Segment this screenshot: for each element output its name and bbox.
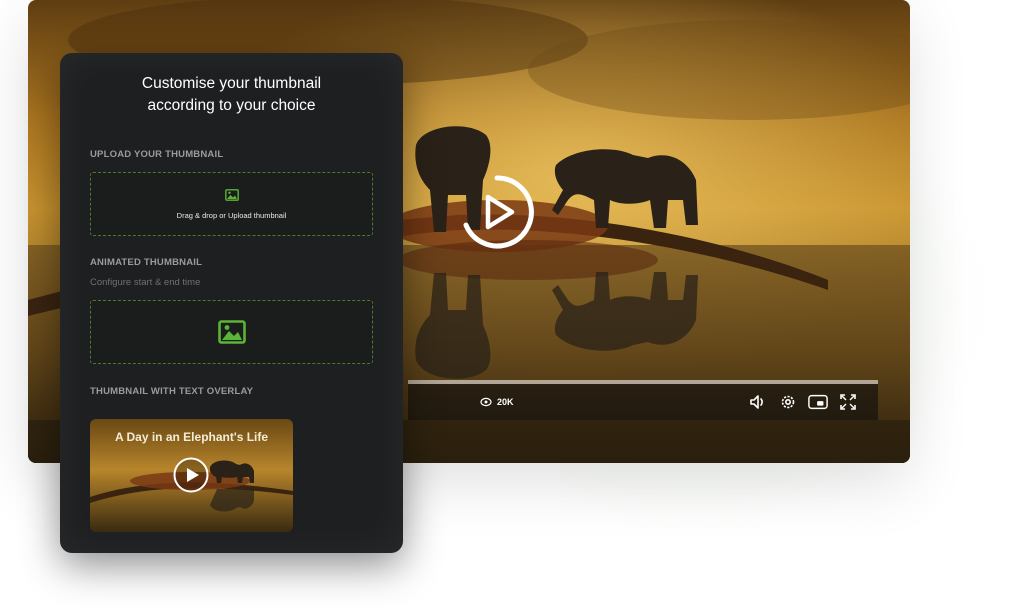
dropzone-text: Drag & drop or Upload thumbnail bbox=[176, 211, 287, 220]
overlay-thumbnail[interactable]: A Day in an Elephant's Life bbox=[90, 419, 293, 532]
panel-title: Customise your thumbnail according to yo… bbox=[141, 75, 322, 114]
image-icon bbox=[225, 189, 239, 201]
volume-button[interactable] bbox=[748, 392, 768, 412]
animated-section-label: ANIMATED THUMBNAIL bbox=[90, 257, 203, 268]
overlay-section-label: THUMBNAIL WITH TEXT OVERLAY bbox=[90, 386, 254, 397]
play-icon[interactable] bbox=[458, 173, 536, 251]
animated-section-subtitle: Configure start & end time bbox=[90, 277, 201, 288]
volume-icon bbox=[750, 395, 763, 409]
stage: 20K Customise your thumbnail according t… bbox=[0, 0, 1024, 608]
view-count: 20K bbox=[480, 384, 514, 420]
animated-dropzone[interactable] bbox=[90, 300, 373, 364]
upload-section-label: UPLOAD YOUR THUMBNAIL bbox=[90, 149, 224, 160]
eye-icon bbox=[480, 397, 492, 407]
settings-icon bbox=[781, 395, 795, 409]
fullscreen-icon bbox=[840, 394, 856, 410]
thumbnail-panel: Customise your thumbnail according to yo… bbox=[60, 53, 403, 553]
pip-icon bbox=[808, 394, 828, 410]
thumbnail-title: A Day in an Elephant's Life bbox=[114, 430, 269, 444]
view-count-value: 20K bbox=[497, 397, 514, 407]
fullscreen-button[interactable] bbox=[838, 392, 858, 412]
play-icon[interactable] bbox=[173, 457, 209, 493]
pip-button[interactable] bbox=[808, 392, 828, 412]
player-controls: 20K bbox=[408, 384, 878, 420]
settings-button[interactable] bbox=[778, 392, 798, 412]
control-icons bbox=[748, 384, 858, 420]
upload-dropzone[interactable]: Drag & drop or Upload thumbnail bbox=[90, 172, 373, 236]
image-icon bbox=[218, 320, 246, 344]
